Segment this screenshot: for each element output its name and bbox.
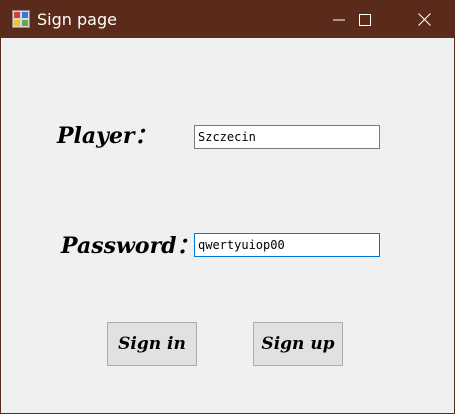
player-input[interactable] [194, 125, 380, 149]
password-input[interactable] [194, 233, 380, 257]
close-icon [417, 13, 431, 26]
password-label: Password： [61, 233, 199, 259]
sign-up-button[interactable]: Sign up [253, 322, 343, 366]
sign-page-window: Sign page Player： Password： Sign in Sign… [0, 0, 455, 414]
sign-in-button[interactable]: Sign in [107, 322, 197, 366]
close-button[interactable] [401, 1, 447, 38]
player-label: Player： [57, 123, 157, 149]
window-title: Sign page [37, 10, 117, 29]
maximize-icon [359, 13, 371, 26]
app-window-icon [12, 10, 30, 28]
title-bar[interactable]: Sign page [1, 1, 454, 38]
maximize-button[interactable] [342, 1, 388, 38]
form-area: Player： Password： Sign in Sign up [1, 38, 454, 413]
